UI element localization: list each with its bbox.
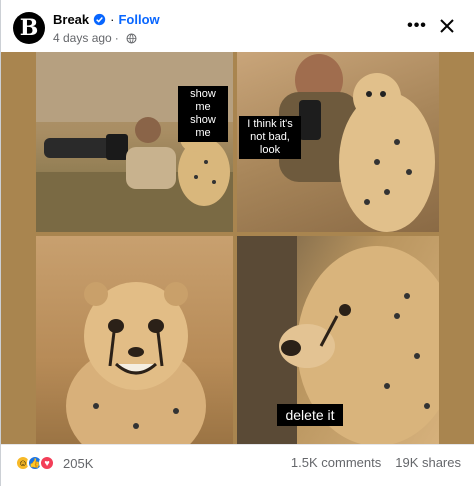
meme-caption-3: delete it	[277, 404, 343, 426]
meme-caption-1: show me show me	[178, 86, 228, 142]
meta-separator: ·	[114, 31, 119, 45]
separator-dot: ·	[110, 12, 115, 27]
globe-icon	[126, 33, 137, 43]
meme-caption-2: I think it's not bad, look	[239, 116, 301, 159]
shares-count[interactable]: 19K shares	[395, 455, 461, 470]
follow-button[interactable]: Follow	[118, 12, 159, 27]
comments-count[interactable]: 1.5K comments	[291, 455, 381, 470]
love-icon: ♥	[39, 455, 55, 471]
post-meta: 4 days ago ·	[53, 31, 137, 45]
post-time[interactable]: 4 days ago	[53, 31, 112, 45]
post-header: B Break · Follow 4 days ago · •••	[1, 0, 474, 52]
panel-1-illustration	[36, 52, 233, 232]
post-footer: ☺ 👍 ♥ 205K 1.5K comments 19K shares	[1, 444, 474, 486]
post-image[interactable]: show me show me I think it's not bad, lo…	[1, 52, 474, 444]
author-row: Break · Follow	[53, 12, 160, 27]
post-stats: 1.5K comments 19K shares	[277, 455, 461, 470]
avatar-letter: B	[19, 15, 39, 41]
close-button[interactable]	[435, 14, 459, 38]
meme-panel-3	[36, 236, 233, 444]
author-name[interactable]: Break	[53, 12, 89, 27]
verified-badge-icon	[93, 13, 106, 26]
reactions-summary[interactable]: ☺ 👍 ♥ 205K	[15, 455, 93, 471]
more-options-button[interactable]: •••	[405, 16, 429, 36]
panel-3-illustration	[66, 282, 206, 444]
post-card: B Break · Follow 4 days ago · ••• show m…	[0, 0, 474, 486]
close-icon	[440, 19, 454, 33]
avatar[interactable]: B	[13, 12, 45, 44]
meme-panel-1	[36, 52, 233, 232]
reaction-count: 205K	[63, 455, 94, 471]
more-options-icon: •••	[407, 17, 427, 34]
